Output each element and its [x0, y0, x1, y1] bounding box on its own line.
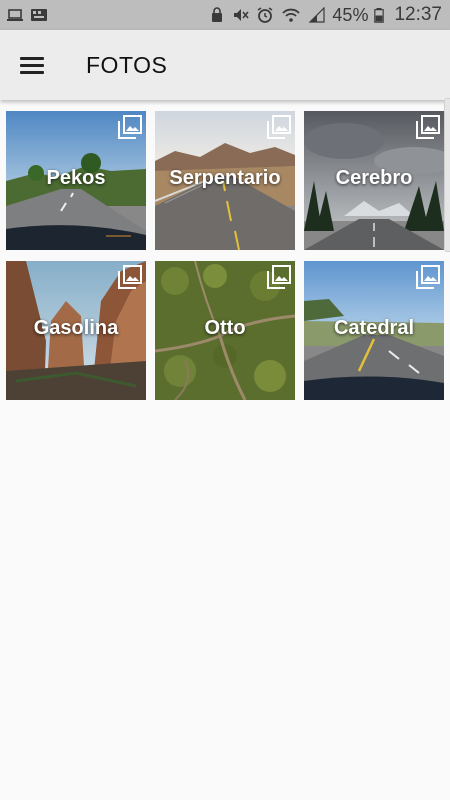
album-tile-gasolina[interactable]: Gasolina	[6, 261, 146, 400]
alarm-icon	[257, 7, 273, 23]
album-title: Otto	[204, 317, 246, 339]
album-title: Serpentario	[169, 167, 281, 189]
album-grid: Pekos Serpentario Cerebro Gasolina Otto …	[6, 111, 444, 400]
album-title: Cerebro	[335, 167, 413, 189]
hamburger-menu-icon[interactable]	[20, 50, 50, 80]
wifi-icon	[282, 8, 301, 22]
battery-percent: 45%	[332, 4, 369, 25]
app-bar: FOTOS	[0, 30, 450, 100]
gallery-icon	[267, 265, 291, 289]
page-title: FOTOS	[86, 51, 168, 78]
album-tile-cerebro[interactable]: Cerebro	[304, 111, 444, 250]
album-tile-otto[interactable]: Otto	[155, 261, 295, 400]
gallery-icon	[267, 115, 291, 139]
album-tile-pekos[interactable]: Pekos	[6, 111, 146, 250]
gallery-icon	[118, 115, 142, 139]
mute-icon	[234, 9, 250, 21]
gallery-icon	[416, 265, 440, 289]
status-bar-left	[6, 7, 48, 23]
clock: 12:37	[394, 4, 442, 25]
album-tile-serpentario[interactable]: Serpentario	[155, 111, 295, 250]
laptop-icon	[7, 9, 23, 21]
album-title: Catedral	[333, 317, 415, 339]
album-tile-catedral[interactable]: Catedral	[304, 261, 444, 400]
signal-icon	[308, 7, 326, 23]
keyboard-icon	[31, 9, 47, 21]
status-bar: 45% 12:37	[0, 0, 450, 30]
scroll-indicator	[444, 98, 450, 252]
status-bar-right: 45% 12:37	[208, 4, 442, 26]
lock-icon	[212, 7, 223, 22]
album-title: Gasolina	[33, 317, 119, 339]
gallery-icon	[118, 265, 142, 289]
battery-icon	[374, 7, 385, 23]
album-title: Pekos	[46, 167, 106, 189]
gallery-icon	[416, 115, 440, 139]
